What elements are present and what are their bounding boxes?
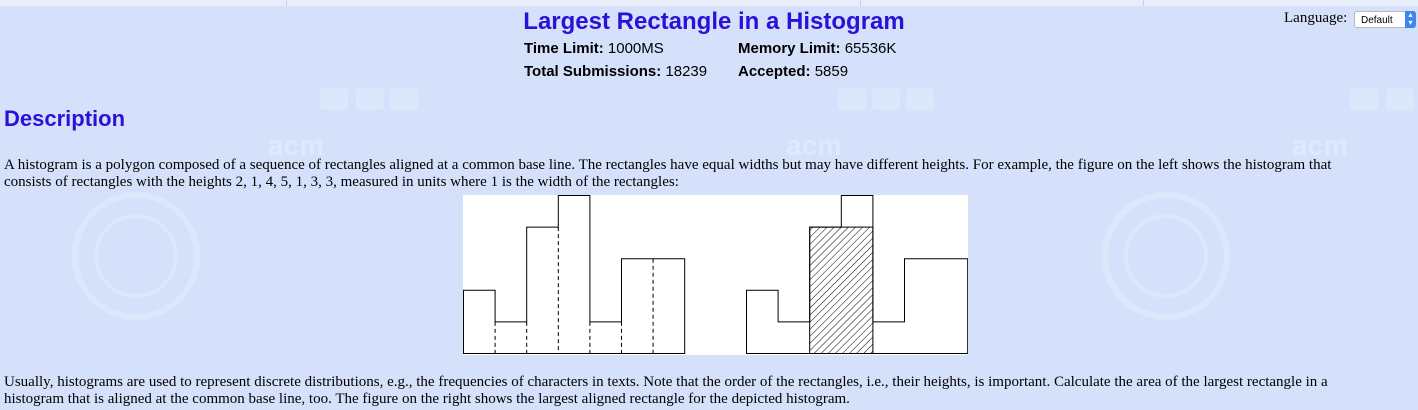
memory-limit-label: Memory Limit:: [738, 40, 841, 57]
time-limit-label: Time Limit:: [524, 40, 604, 57]
total-submissions: Total Submissions: 18239: [524, 63, 707, 80]
watermark-logo-icon: [1350, 88, 1378, 110]
accepted-count: Accepted: 5859: [738, 63, 848, 80]
paragraph-line: A histogram is a polygon composed of a s…: [4, 157, 1332, 173]
description-heading: Description: [4, 106, 126, 131]
watermark-logo-icon: [320, 88, 348, 110]
watermark-logo-icon: [390, 88, 418, 110]
total-submissions-value: 18239: [665, 63, 708, 80]
time-limit-value: 1000MS: [607, 40, 664, 57]
total-submissions-label: Total Submissions:: [524, 63, 662, 80]
time-limit: Time Limit: 1000MS: [524, 40, 664, 57]
memory-limit-value: 65536K: [844, 40, 897, 57]
nav-divider: [1143, 0, 1144, 6]
accepted-label: Accepted:: [738, 63, 811, 80]
language-selected-value: Default: [1361, 15, 1393, 26]
histogram-figure: [463, 195, 968, 355]
description-paragraph-1: A histogram is a polygon composed of a s…: [4, 157, 1416, 191]
problem-title: Largest Rectangle in a Histogram: [523, 8, 905, 35]
paragraph-line: consists of rectangles with the heights …: [4, 174, 679, 190]
top-nav-strip: [0, 0, 1418, 6]
nav-divider: [860, 0, 861, 6]
nav-divider: [286, 0, 287, 6]
memory-limit: Memory Limit: 65536K: [738, 40, 896, 57]
histogram-left-outline: [463, 195, 686, 354]
watermark-logo-icon: [872, 88, 900, 110]
watermark-seal-icon: [1102, 192, 1230, 320]
watermark-logo-icon: [838, 88, 866, 110]
accepted-value: 5859: [814, 63, 849, 80]
language-label: Language:: [1284, 10, 1348, 26]
paragraph-line: Usually, histograms are used to represen…: [4, 374, 1328, 390]
language-select[interactable]: Default ▴ ▾: [1354, 11, 1416, 28]
watermark-seal-icon: [72, 192, 200, 320]
histogram-figure-svg: [463, 195, 968, 354]
description-paragraph-2: Usually, histograms are used to represen…: [4, 374, 1416, 408]
watermark-logo-icon: [906, 88, 934, 110]
largest-rectangle-hatched: [809, 227, 873, 354]
watermark-logo-icon: [356, 88, 384, 110]
watermark-logo-icon: [1386, 88, 1414, 110]
select-arrows-icon: ▴ ▾: [1405, 11, 1416, 28]
paragraph-line: histogram that is aligned at the common …: [4, 391, 850, 407]
